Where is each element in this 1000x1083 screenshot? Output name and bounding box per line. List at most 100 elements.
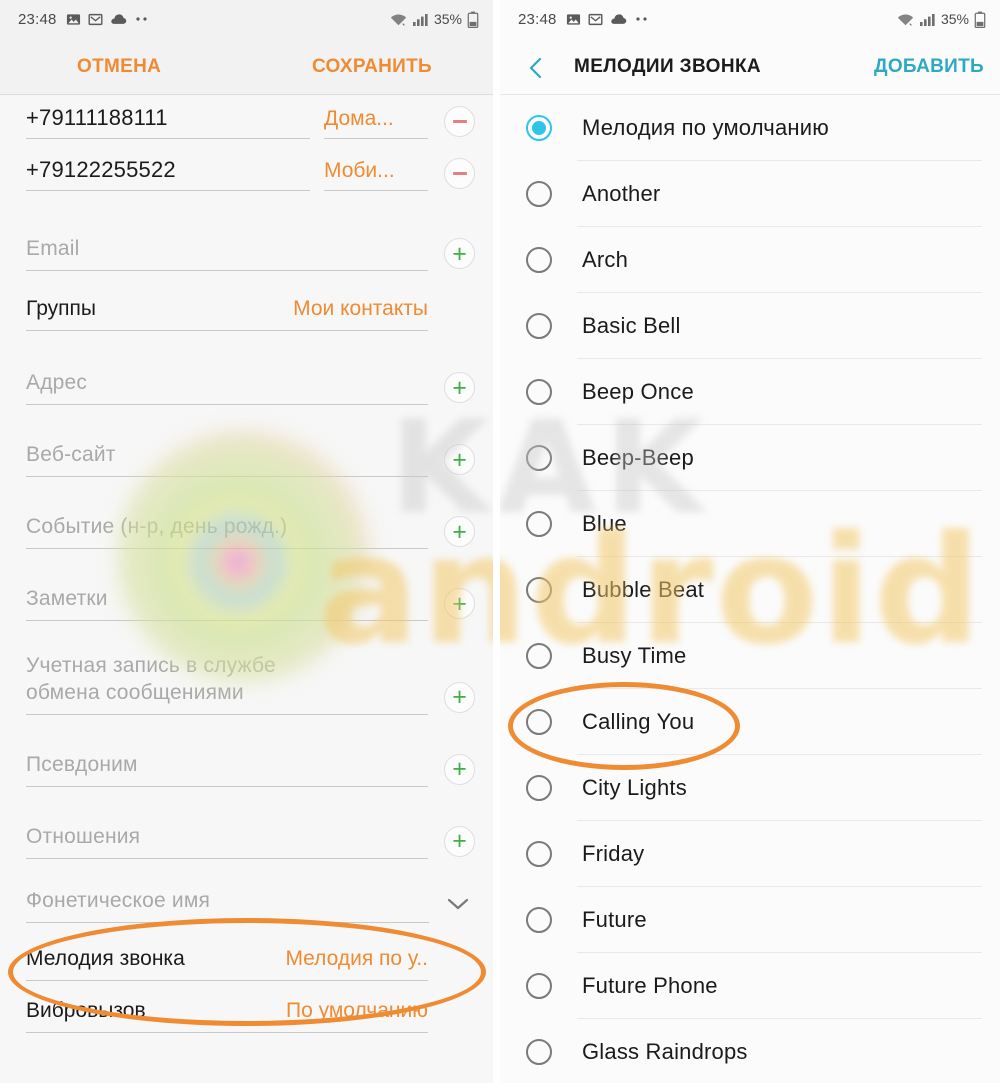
add-field-button[interactable] bbox=[444, 372, 475, 403]
field-label: Мелодия звонка bbox=[26, 946, 185, 970]
remove-field-button[interactable] bbox=[444, 106, 475, 137]
ringtone-label: Bubble Beat bbox=[582, 577, 705, 602]
radio-button[interactable] bbox=[526, 841, 552, 867]
field-placeholder: Фонетическое имя bbox=[26, 888, 211, 912]
radio-button[interactable] bbox=[526, 379, 552, 405]
radio-button[interactable] bbox=[526, 907, 552, 933]
ringtone-label: Basic Bell bbox=[582, 313, 681, 338]
ringtone-label: Мелодия по умолчанию bbox=[582, 115, 829, 140]
ringtone-label: Friday bbox=[582, 841, 645, 866]
radio-button[interactable] bbox=[526, 1039, 552, 1065]
chevron-down-icon[interactable] bbox=[445, 896, 475, 917]
field-input[interactable]: Вибровызов По умолчанию bbox=[26, 999, 428, 1033]
radio-button[interactable] bbox=[526, 577, 552, 603]
radio-button[interactable] bbox=[526, 775, 552, 801]
add-field-button[interactable] bbox=[444, 238, 475, 269]
field-input[interactable]: +79122255522 bbox=[26, 157, 310, 191]
radio-button[interactable] bbox=[526, 181, 552, 207]
add-field-button[interactable] bbox=[444, 588, 475, 619]
ringtone-list-item[interactable]: Another bbox=[500, 161, 1000, 227]
field-input[interactable]: Фонетическое имя bbox=[26, 888, 429, 923]
contact-field-row[interactable]: Вибровызов По умолчанию bbox=[0, 989, 493, 1033]
ringtone-list-item[interactable]: Beep Once bbox=[500, 359, 1000, 425]
page-title: МЕЛОДИИ ЗВОНКА bbox=[574, 55, 762, 77]
add-field-button[interactable] bbox=[444, 681, 475, 713]
add-field-button[interactable] bbox=[444, 753, 475, 785]
ringtone-list-item[interactable]: Arch bbox=[500, 227, 1000, 293]
ringtone-list-item[interactable]: Beep-Beep bbox=[500, 425, 1000, 491]
radio-button-selected[interactable] bbox=[526, 115, 552, 141]
add-field-button[interactable] bbox=[444, 516, 475, 547]
field-placeholder: Событие (н-р, день рожд.) bbox=[26, 515, 288, 539]
radio-button[interactable] bbox=[526, 313, 552, 339]
radio-button[interactable] bbox=[526, 247, 552, 273]
field-input[interactable]: Псевдоним bbox=[26, 752, 428, 787]
contact-field-row[interactable]: Учетная запись в службе обмена сообщения… bbox=[0, 653, 493, 715]
cloud-icon bbox=[610, 12, 627, 27]
ringtone-list-item[interactable]: City Lights bbox=[500, 755, 1000, 821]
add-field-button[interactable] bbox=[444, 444, 475, 475]
field-input[interactable]: Группы Мои контакты bbox=[26, 297, 428, 331]
contact-field-row[interactable]: Email bbox=[0, 227, 493, 271]
contact-field-row[interactable]: Псевдоним bbox=[0, 743, 493, 787]
contact-field-row[interactable]: +79122255522 Моби... bbox=[0, 147, 493, 191]
ringtone-label: Beep-Beep bbox=[582, 445, 694, 470]
field-input[interactable]: Email bbox=[26, 236, 428, 271]
ringtone-list-item[interactable]: Glass Raindrops bbox=[500, 1019, 1000, 1083]
field-input[interactable]: Веб-сайт bbox=[26, 442, 428, 477]
radio-button[interactable] bbox=[526, 445, 552, 471]
ringtone-list-item[interactable]: Blue bbox=[500, 491, 1000, 557]
field-input[interactable]: Адрес bbox=[26, 370, 428, 405]
field-value: +79111188111 bbox=[26, 105, 168, 130]
save-button[interactable]: СОХРАНИТЬ bbox=[312, 56, 432, 78]
battery-percent: 35% bbox=[433, 11, 462, 27]
wifi-icon bbox=[896, 12, 915, 27]
contact-field-row[interactable]: Фонетическое имя bbox=[0, 879, 493, 923]
contact-field-row[interactable]: Событие (н-р, день рожд.) bbox=[0, 505, 493, 549]
contact-field-row[interactable]: Адрес bbox=[0, 361, 493, 405]
radio-button[interactable] bbox=[526, 643, 552, 669]
status-bar-left: 23:48 35% bbox=[0, 0, 493, 38]
ringtone-list-item[interactable]: Future Phone bbox=[500, 953, 1000, 1019]
field-placeholder: Веб-сайт bbox=[26, 443, 116, 467]
field-placeholder: Адрес bbox=[26, 371, 88, 395]
radio-button[interactable] bbox=[526, 709, 552, 735]
field-input[interactable]: Мелодия звонка Мелодия по у.. bbox=[26, 947, 428, 981]
cancel-button[interactable]: ОТМЕНА bbox=[77, 56, 161, 78]
field-input[interactable]: Заметки bbox=[26, 586, 428, 621]
radio-button[interactable] bbox=[526, 511, 552, 537]
remove-field-button[interactable] bbox=[444, 158, 475, 189]
battery-percent: 35% bbox=[940, 11, 969, 27]
radio-button[interactable] bbox=[526, 973, 552, 999]
contact-field-row[interactable]: Мелодия звонка Мелодия по у.. bbox=[0, 937, 493, 981]
contact-field-row[interactable]: Отношения bbox=[0, 815, 493, 859]
back-chevron-icon[interactable] bbox=[526, 56, 548, 78]
contact-field-row[interactable]: +79111188111 Дома... bbox=[0, 95, 493, 139]
ringtone-list-item[interactable]: Friday bbox=[500, 821, 1000, 887]
field-input[interactable]: +79111188111 bbox=[26, 105, 310, 139]
ringtone-list-item[interactable]: Future bbox=[500, 887, 1000, 953]
add-ringtone-button[interactable]: ДОБАВИТЬ bbox=[874, 56, 984, 78]
ringtone-list-item[interactable]: Calling You bbox=[500, 689, 1000, 755]
contact-field-row[interactable]: Веб-сайт bbox=[0, 433, 493, 477]
field-input[interactable]: Отношения bbox=[26, 824, 428, 859]
ringtone-list-item[interactable]: Bubble Beat bbox=[500, 557, 1000, 623]
more-dots-icon bbox=[634, 16, 650, 22]
ringtone-list: Мелодия по умолчанию Another Arch Basic Bel… bbox=[500, 95, 1000, 1083]
ringtone-list-item[interactable]: Мелодия по умолчанию bbox=[500, 95, 1000, 161]
phone-type-selector[interactable]: Дома... bbox=[324, 107, 428, 139]
signal-bars-icon bbox=[919, 12, 935, 27]
field-input[interactable]: Событие (н-р, день рожд.) bbox=[26, 514, 428, 549]
contact-field-row[interactable]: Группы Мои контакты bbox=[0, 287, 493, 331]
ringtone-list-item[interactable]: Busy Time bbox=[500, 623, 1000, 689]
phone-type-selector[interactable]: Моби... bbox=[324, 159, 428, 191]
field-input[interactable]: Учетная запись в службе обмена сообщения… bbox=[26, 653, 428, 715]
status-bar-right: 23:48 35% bbox=[500, 0, 1000, 38]
ringtone-list-item[interactable]: Basic Bell bbox=[500, 293, 1000, 359]
add-field-button[interactable] bbox=[444, 825, 475, 857]
signal-bars-icon bbox=[412, 12, 428, 27]
contact-field-row[interactable]: Заметки bbox=[0, 577, 493, 621]
contact-edit-panel: 23:48 35% ОТМЕНА СОХРАНИТЬ +79111188111 … bbox=[0, 0, 493, 1083]
status-notification-icons bbox=[66, 12, 150, 27]
cloud-icon bbox=[110, 12, 127, 27]
